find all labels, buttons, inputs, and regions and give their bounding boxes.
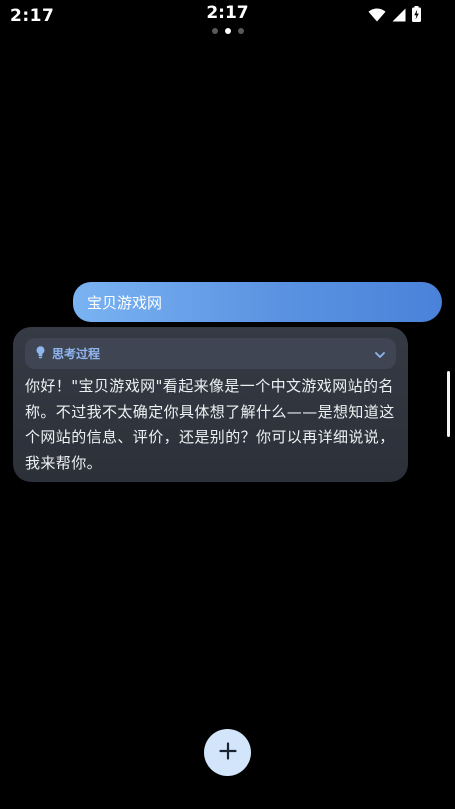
thinking-process-title: 思考过程 <box>36 344 100 363</box>
assistant-message-card: 思考过程 你好！"宝贝游戏网"看起来像是一个中文游戏网站的名称。不过我不太确定你… <box>13 327 408 482</box>
page-dot-active <box>224 28 231 34</box>
user-message-bubble[interactable]: 宝贝游戏网 <box>73 282 442 322</box>
scrollbar[interactable] <box>447 371 450 437</box>
lightbulb-icon <box>36 344 45 363</box>
chat-screen: 2:17 2:17 宝贝游戏网 思考过程 你好！"宝贝游戏网"看起来像是一个中文… <box>0 0 455 809</box>
wifi-icon <box>368 7 386 26</box>
signal-icon <box>392 7 406 26</box>
add-button[interactable] <box>204 729 251 776</box>
user-message-text: 宝贝游戏网 <box>87 293 163 312</box>
thinking-process-label: 思考过程 <box>52 347 101 361</box>
assistant-response-text: 你好！"宝贝游戏网"看起来像是一个中文游戏网站的名称。不过我不太确定你具体想了解… <box>25 377 395 472</box>
page-indicator <box>0 28 455 34</box>
page-dot <box>211 28 218 34</box>
plus-icon <box>218 741 237 764</box>
status-icons <box>368 6 421 26</box>
battery-charging-icon <box>412 6 421 26</box>
thinking-process-toggle[interactable]: 思考过程 <box>25 338 396 369</box>
chevron-down-icon[interactable] <box>374 344 386 363</box>
page-dot <box>237 28 244 34</box>
